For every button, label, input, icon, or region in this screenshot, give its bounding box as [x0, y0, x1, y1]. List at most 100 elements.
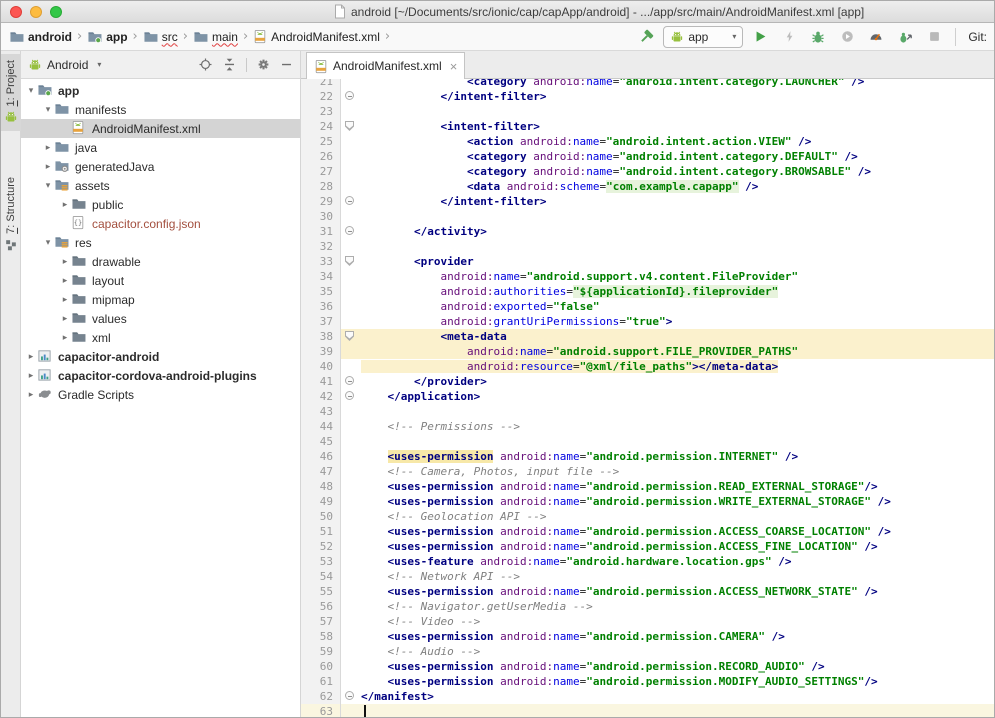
- debug-button[interactable]: [806, 26, 830, 48]
- settings-icon[interactable]: [256, 57, 271, 72]
- project-view-selector[interactable]: Android ▾: [28, 58, 101, 72]
- code-text[interactable]: [360, 404, 994, 419]
- fold-collapse-icon[interactable]: [345, 391, 354, 400]
- fold-expand-icon[interactable]: [345, 121, 354, 131]
- expand-arrow-icon[interactable]: ▾: [42, 238, 54, 248]
- fold-expand-icon[interactable]: [345, 256, 354, 266]
- code-text[interactable]: </provider>: [360, 374, 994, 389]
- code-text[interactable]: <category android:name="android.intent.c…: [360, 149, 994, 164]
- code-text[interactable]: <uses-feature android:name="android.hard…: [360, 554, 994, 569]
- zoom-window-button[interactable]: [50, 6, 62, 18]
- code-text[interactable]: <!-- Video -->: [360, 614, 994, 629]
- expand-arrow-icon[interactable]: ▸: [42, 143, 54, 153]
- fold-collapse-icon[interactable]: [345, 691, 354, 700]
- expand-arrow-icon[interactable]: ▾: [42, 105, 54, 115]
- expand-arrow-icon[interactable]: ▸: [59, 200, 71, 210]
- code-text[interactable]: <uses-permission android:name="android.p…: [360, 494, 994, 509]
- expand-arrow-icon[interactable]: ▸: [59, 257, 71, 267]
- editor-tab-androidmanifest[interactable]: AndroidManifest.xml ×: [306, 52, 465, 79]
- code-text[interactable]: <uses-permission android:name="android.p…: [360, 584, 994, 599]
- code-text[interactable]: <meta-data: [360, 329, 994, 344]
- expand-arrow-icon[interactable]: ▸: [42, 162, 54, 172]
- hide-icon[interactable]: [280, 58, 293, 71]
- tree-item-capacitor-android[interactable]: ▸capacitor-android: [21, 347, 300, 366]
- tree-item-gradle-scripts[interactable]: ▸Gradle Scripts: [21, 385, 300, 404]
- code-text[interactable]: <category android:name="android.intent.c…: [360, 164, 994, 179]
- close-icon[interactable]: ×: [450, 60, 458, 73]
- tool-window-button-structure[interactable]: 7: Structure: [1, 171, 21, 259]
- code-text[interactable]: <uses-permission android:name="android.p…: [360, 524, 994, 539]
- tree-item-java[interactable]: ▸java: [21, 138, 300, 157]
- code-text[interactable]: <uses-permission android:name="android.p…: [360, 539, 994, 554]
- tree-item-capacitor-cordova-android-plugins[interactable]: ▸capacitor-cordova-android-plugins: [21, 366, 300, 385]
- code-text[interactable]: <provider: [360, 254, 994, 269]
- code-text[interactable]: <!-- Camera, Photos, input file -->: [360, 464, 994, 479]
- code-text[interactable]: </manifest>: [360, 689, 994, 704]
- run-button[interactable]: [748, 26, 772, 48]
- fold-collapse-icon[interactable]: [345, 376, 354, 385]
- expand-arrow-icon[interactable]: ▸: [25, 371, 37, 381]
- tool-window-button-project[interactable]: 1: Project: [1, 54, 21, 131]
- expand-arrow-icon[interactable]: ▾: [42, 181, 54, 191]
- code-text[interactable]: android:name="android.support.v4.content…: [360, 269, 994, 284]
- close-window-button[interactable]: [10, 6, 22, 18]
- code-text[interactable]: [360, 239, 994, 254]
- tree-item-generatedjava[interactable]: ▸generatedJava: [21, 157, 300, 176]
- code-text[interactable]: </intent-filter>: [360, 89, 994, 104]
- git-label[interactable]: Git:: [965, 30, 990, 44]
- expand-arrow-icon[interactable]: ▸: [59, 333, 71, 343]
- breadcrumb-item-app[interactable]: app: [86, 29, 128, 45]
- code-text[interactable]: <category android:name="android.intent.c…: [360, 79, 994, 89]
- tree-item-androidmanifest-xml[interactable]: AndroidManifest.xml: [21, 119, 300, 138]
- profiler-button[interactable]: [864, 26, 888, 48]
- expand-arrow-icon[interactable]: ▸: [25, 352, 37, 362]
- expand-arrow-icon[interactable]: ▸: [59, 295, 71, 305]
- code-text[interactable]: [360, 104, 994, 119]
- code-text[interactable]: android:authorities="${applicationId}.fi…: [360, 284, 994, 299]
- minimize-window-button[interactable]: [30, 6, 42, 18]
- tree-item-mipmap[interactable]: ▸mipmap: [21, 290, 300, 309]
- code-text[interactable]: <!-- Navigator.getUserMedia -->: [360, 599, 994, 614]
- tree-item-app[interactable]: ▾app: [21, 81, 300, 100]
- expand-arrow-icon[interactable]: ▸: [25, 390, 37, 400]
- tree-item-capacitor-config-json[interactable]: {}capacitor.config.json: [21, 214, 300, 233]
- code-text[interactable]: android:exported="false": [360, 299, 994, 314]
- breadcrumb-item-src[interactable]: src: [142, 29, 179, 45]
- code-text[interactable]: <uses-permission android:name="android.p…: [360, 449, 994, 464]
- code-text[interactable]: [360, 209, 994, 224]
- code-text[interactable]: [360, 434, 994, 449]
- code-text[interactable]: android:resource="@xml/file_paths"></met…: [360, 359, 994, 374]
- tree-item-values[interactable]: ▸values: [21, 309, 300, 328]
- tree-item-drawable[interactable]: ▸drawable: [21, 252, 300, 271]
- tree-item-assets[interactable]: ▾assets: [21, 176, 300, 195]
- code-text[interactable]: <uses-permission android:name="android.p…: [360, 629, 994, 644]
- code-text[interactable]: <data android:scheme="com.example.capapp…: [360, 179, 994, 194]
- code-text[interactable]: <uses-permission android:name="android.p…: [360, 479, 994, 494]
- code-text[interactable]: [360, 704, 994, 718]
- fold-collapse-icon[interactable]: [345, 91, 354, 100]
- attach-debugger-button[interactable]: [893, 26, 917, 48]
- expand-arrow-icon[interactable]: ▸: [59, 314, 71, 324]
- code-text[interactable]: <!-- Geolocation API -->: [360, 509, 994, 524]
- apply-changes-button[interactable]: [777, 26, 801, 48]
- code-text[interactable]: <!-- Audio -->: [360, 644, 994, 659]
- expand-arrow-icon[interactable]: ▸: [59, 276, 71, 286]
- build-button[interactable]: [634, 26, 658, 48]
- breadcrumb-item-main[interactable]: main: [192, 29, 239, 45]
- tree-item-res[interactable]: ▾res: [21, 233, 300, 252]
- fold-collapse-icon[interactable]: [345, 196, 354, 205]
- tree-item-layout[interactable]: ▸layout: [21, 271, 300, 290]
- fold-expand-icon[interactable]: [345, 331, 354, 341]
- code-text[interactable]: <intent-filter>: [360, 119, 994, 134]
- coverage-button[interactable]: [835, 26, 859, 48]
- fold-collapse-icon[interactable]: [345, 226, 354, 235]
- tree-item-xml[interactable]: ▸xml: [21, 328, 300, 347]
- tree-item-manifests[interactable]: ▾manifests: [21, 100, 300, 119]
- code-text[interactable]: android:grantUriPermissions="true">: [360, 314, 994, 329]
- code-text[interactable]: <uses-permission android:name="android.p…: [360, 674, 994, 689]
- code-area[interactable]: 21 <category android:name="android.inten…: [301, 79, 994, 718]
- code-text[interactable]: android:name="android.support.FILE_PROVI…: [360, 344, 994, 359]
- locate-icon[interactable]: [198, 57, 213, 72]
- collapse-all-icon[interactable]: [222, 57, 237, 72]
- stop-button[interactable]: [922, 26, 946, 48]
